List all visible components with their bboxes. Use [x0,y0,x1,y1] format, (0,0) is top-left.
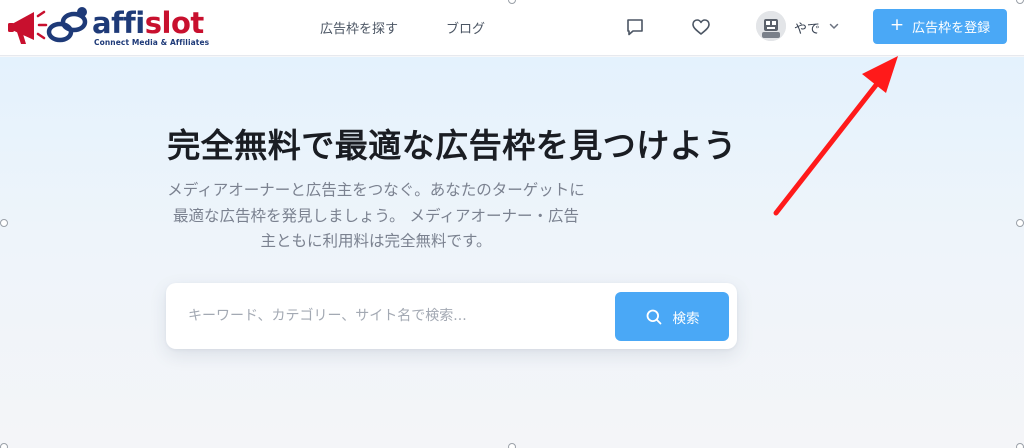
register-button-label: 広告枠を登録 [912,21,991,36]
selection-handle [508,443,516,448]
heart-icon [692,19,710,35]
user-menu[interactable]: やで [756,11,846,43]
favorites-button[interactable] [688,14,714,40]
affislot-logo[interactable]: affislot Connect Media & Affiliates [8,4,209,52]
search-icon [646,309,661,324]
megaphone-logo-icon [8,7,88,44]
search-box: 検索 [166,283,737,349]
logo-word-accent: slot [144,6,205,40]
selection-handle [0,219,8,227]
logo-word-main: affi [92,6,145,40]
selection-handle [0,443,8,448]
user-avatar [756,11,786,41]
selection-handle [1016,443,1024,448]
user-name: やで [794,22,821,37]
hero-description: メディアオーナーと広告主をつなぐ。あなたのターゲットに最適な広告枠を発見しましょ… [167,181,585,250]
nav-blog[interactable]: ブログ [446,18,485,37]
plus-icon: + [889,15,905,35]
hero-title: 完全無料で最適な広告枠を見つけよう [167,126,737,165]
logo-wordmark: affislot [92,6,204,40]
nav-find-ad-slots[interactable]: 広告枠を探す [320,18,398,37]
hero-section: 完全無料で最適な広告枠を見つけよう メディアオーナーと広告主をつなぐ。あなたのタ… [0,57,1024,448]
messages-button[interactable] [622,14,648,40]
top-header: affislot Connect Media & Affiliates 広告枠を… [0,0,1024,56]
chat-bubble-icon [627,19,643,36]
register-ad-slot-button[interactable]: + 広告枠を登録 [873,9,1007,44]
search-input[interactable] [178,296,608,336]
search-button[interactable]: 検索 [615,292,729,341]
search-button-label: 検索 [672,310,700,327]
selection-handle [1016,219,1024,227]
logo-tagline: Connect Media & Affiliates [94,38,210,47]
chevron-down-icon [829,23,839,30]
